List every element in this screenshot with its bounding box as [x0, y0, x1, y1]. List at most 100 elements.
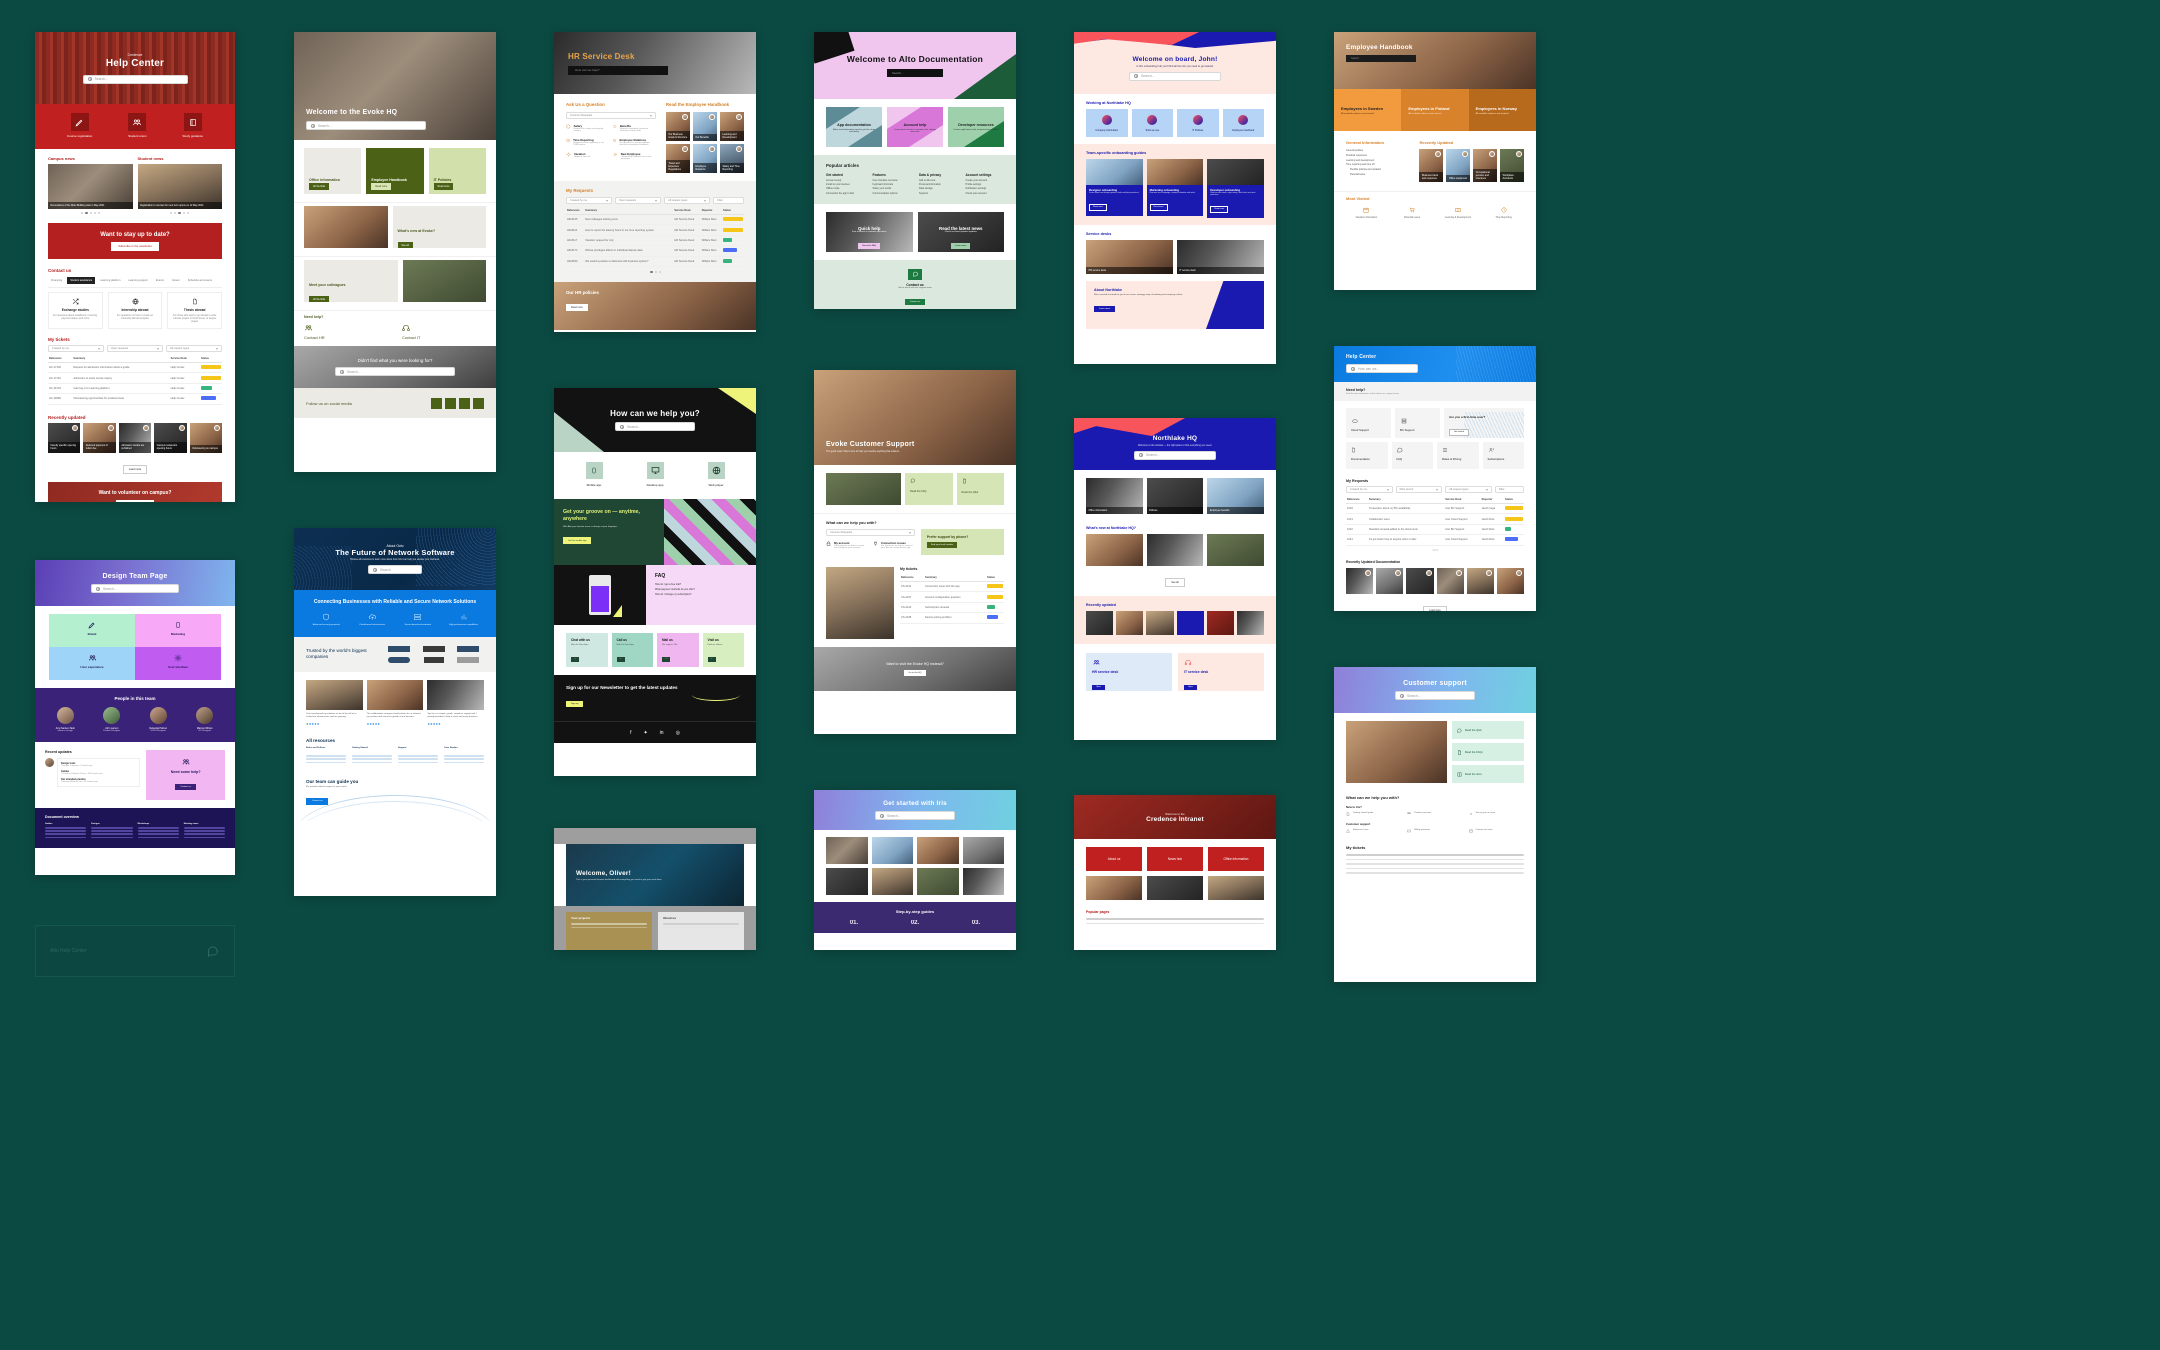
template-card-northlake-hq[interactable]: Northlake HQ Welcome to the intranet — t… — [1074, 418, 1276, 740]
recent-card[interactable] — [1146, 611, 1174, 635]
filter-recent[interactable]: Most recent — [1395, 486, 1443, 493]
help-item[interactable]: Contact our team — [1468, 829, 1524, 833]
get-started-button[interactable]: Get started — [1449, 428, 1469, 436]
carousel-dots[interactable] — [138, 212, 223, 214]
quick-link-course-registration[interactable]: Course registration — [67, 113, 92, 138]
template-card-evoke-customer-support[interactable]: Evoke Customer Support The good news: We… — [814, 370, 1016, 734]
linkedin-icon[interactable] — [445, 397, 456, 409]
search-input[interactable]: Search... — [103, 587, 117, 591]
template-card-onboarding-john[interactable]: Welcome on board, John! In this onboardi… — [1074, 32, 1276, 364]
linkedin-icon[interactable]: in — [660, 730, 664, 736]
platform-web-player[interactable]: Web player — [688, 462, 744, 487]
template-card-get-started-iris[interactable]: Get started with Iris Search... Step-by-… — [814, 790, 1016, 950]
feature-security[interactable]: Advanced security protocols — [306, 613, 347, 626]
service-desk-it[interactable]: IT service desk Open — [1178, 653, 1264, 691]
template-card-design-team[interactable]: Design Team Page Search... Brand Marketi… — [35, 560, 235, 875]
tab-finland[interactable]: Employees in Finland All available subje… — [1401, 89, 1469, 131]
card-office-information[interactable]: Office information All the links — [304, 148, 362, 194]
card-button[interactable]: All the links — [309, 296, 330, 302]
guide-card[interactable] — [917, 837, 959, 864]
handbook-card[interactable]: Learning and Development — [719, 112, 744, 141]
card-cloud-support[interactable]: Cloud Support — [1346, 408, 1391, 438]
ask-item[interactable]: Benefits Request regarding insurance, all… — [613, 124, 655, 132]
volunteer-button[interactable]: Find relevant positions — [116, 499, 154, 502]
newsletter-banner[interactable]: Want to stay up to date? Subscribe to th… — [48, 223, 222, 259]
template-card-how-can-we-help[interactable]: How can we help you? Search... Mobile ap… — [554, 388, 756, 776]
service-desk-card[interactable]: HR service desk — [1086, 240, 1173, 274]
search-input[interactable]: Search... — [347, 370, 361, 374]
guide-card[interactable] — [826, 868, 868, 895]
template-card-octo-network[interactable]: About Octo The Future of Network Softwar… — [294, 528, 496, 896]
link[interactable]: Check your account — [966, 192, 1005, 196]
platform-mobile-app[interactable]: Mobile app — [566, 462, 622, 487]
search-input[interactable]: Search... — [1141, 74, 1155, 78]
template-card-credence-intranet[interactable]: Welcome to the Credence Intranet About u… — [1074, 795, 1276, 950]
help-item[interactable]: Product overview — [1407, 812, 1462, 816]
card-it-policies[interactable]: IT Policies Read more — [428, 148, 486, 194]
table-row[interactable]: HC-17194 Request for admission informatio… — [48, 362, 222, 374]
template-card-alto-documentation[interactable]: Welcome to Alto Documentation Search... … — [814, 32, 1016, 309]
most-visited-item[interactable]: Time Reporting — [1483, 207, 1524, 219]
promo-latest-news[interactable]: Read the latest news Check our latest pr… — [917, 211, 1004, 252]
help-item-connection[interactable]: Connection issues For questions on how to… — [873, 541, 915, 549]
recent-card[interactable]: Faculty specific opening hours — [48, 422, 81, 453]
guide-card[interactable] — [962, 868, 1004, 895]
template-card-help-center-blue[interactable]: Help Center How can we... Need help? Fin… — [1334, 346, 1536, 611]
ask-item[interactable]: Time Reporting Support for time reporting… — [566, 138, 608, 146]
tab[interactable]: Career — [169, 277, 183, 284]
pagination[interactable] — [566, 270, 744, 273]
service-desk-card[interactable]: IT service desk — [1177, 240, 1264, 274]
contact-hr[interactable]: Contact HR — [304, 324, 388, 340]
recent-card[interactable] — [1206, 611, 1234, 635]
instagram-icon[interactable]: ◎ — [676, 730, 680, 736]
chat-button[interactable]: → — [571, 656, 579, 662]
card-first-time-user[interactable]: Are you a first-time user? Get started — [1444, 408, 1524, 438]
help-item-my-account[interactable]: My account For questions on how to create… — [826, 541, 868, 549]
twitter-icon[interactable]: ✦ — [643, 730, 647, 736]
card-developer-resources[interactable]: Developer resources Create applications … — [948, 107, 1004, 147]
guide-card[interactable] — [871, 837, 913, 864]
facebook-icon[interactable]: f — [630, 730, 631, 736]
team-member[interactable]: John Larsen Product Designer — [92, 707, 133, 732]
contact-visit[interactable]: Visit us Find our offices → — [702, 633, 744, 667]
table-row[interactable]: 1004 I'd question about my BC availabilit… — [1346, 503, 1524, 515]
table-row[interactable]: 1014 Collaborator reset Ivan Cloud Support… — [1346, 513, 1524, 525]
team-member[interactable]: Amy Santen-Tado Head of Design — [45, 707, 86, 732]
card-app-documentation[interactable]: App documentation Rules and information … — [826, 107, 882, 147]
guide-card[interactable] — [917, 868, 959, 895]
quick-link-student-union[interactable]: Student union — [128, 113, 147, 138]
promo-button[interactable]: Read the FAQ — [858, 242, 881, 249]
help-select[interactable]: Common Requests — [826, 529, 915, 536]
card-button[interactable]: See all — [397, 242, 413, 248]
promo-button[interactable]: Learn more — [951, 242, 971, 249]
open-button[interactable]: Open — [1092, 684, 1105, 690]
guide-card[interactable]: Developer onboarding Find our dev stack,… — [1207, 159, 1265, 218]
table-row[interactable]: HR-8110 How to report the leaving hours i… — [566, 224, 744, 236]
search-input[interactable]: Search... — [1146, 453, 1160, 457]
recent-card[interactable] — [1236, 611, 1265, 635]
filter-type[interactable]: All request types — [664, 197, 711, 204]
table-row[interactable]: CS-2241 Connection issue with the app — [900, 581, 1004, 593]
recent-card[interactable]: Admission results are published — [118, 422, 152, 453]
pagination[interactable]: 1 2 3 — [1346, 549, 1524, 552]
link[interactable]: Connection the app to Alto — [826, 192, 865, 196]
search-input[interactable]: Search... — [627, 425, 641, 429]
template-card-hr-service-desk[interactable]: HR Service Desk How can we help? Ask Us … — [554, 32, 756, 332]
help-item[interactable]: Billing questions — [1407, 829, 1462, 833]
search-input[interactable]: Search... — [1351, 57, 1361, 60]
doc-card[interactable] — [1346, 567, 1374, 594]
guide-card[interactable] — [871, 868, 913, 895]
filter-status[interactable]: Open requests — [107, 345, 163, 352]
contact-button[interactable]: Contact us — [175, 784, 196, 790]
recent-card[interactable]: Business travel and expenses — [1419, 149, 1444, 182]
template-card-help-center-campus[interactable]: Credence Help Center Search... Course re… — [35, 32, 235, 502]
tab[interactable]: Events — [153, 277, 167, 284]
card-subscriptions[interactable]: Subscriptions — [1482, 442, 1524, 469]
doc-card[interactable] — [1466, 567, 1494, 594]
card-rates-pricing[interactable]: Rates & Pricing — [1437, 442, 1479, 469]
table-row[interactable]: HC-17161 Admission to study course inquir… — [48, 372, 222, 384]
twitter-icon[interactable] — [459, 397, 470, 409]
area-marketing[interactable]: Marketing — [135, 614, 221, 647]
feature-cloud[interactable]: Cloud-based infrastructure — [352, 613, 393, 626]
card-whats-new[interactable]: What's new at Evoke? See all — [392, 206, 486, 248]
